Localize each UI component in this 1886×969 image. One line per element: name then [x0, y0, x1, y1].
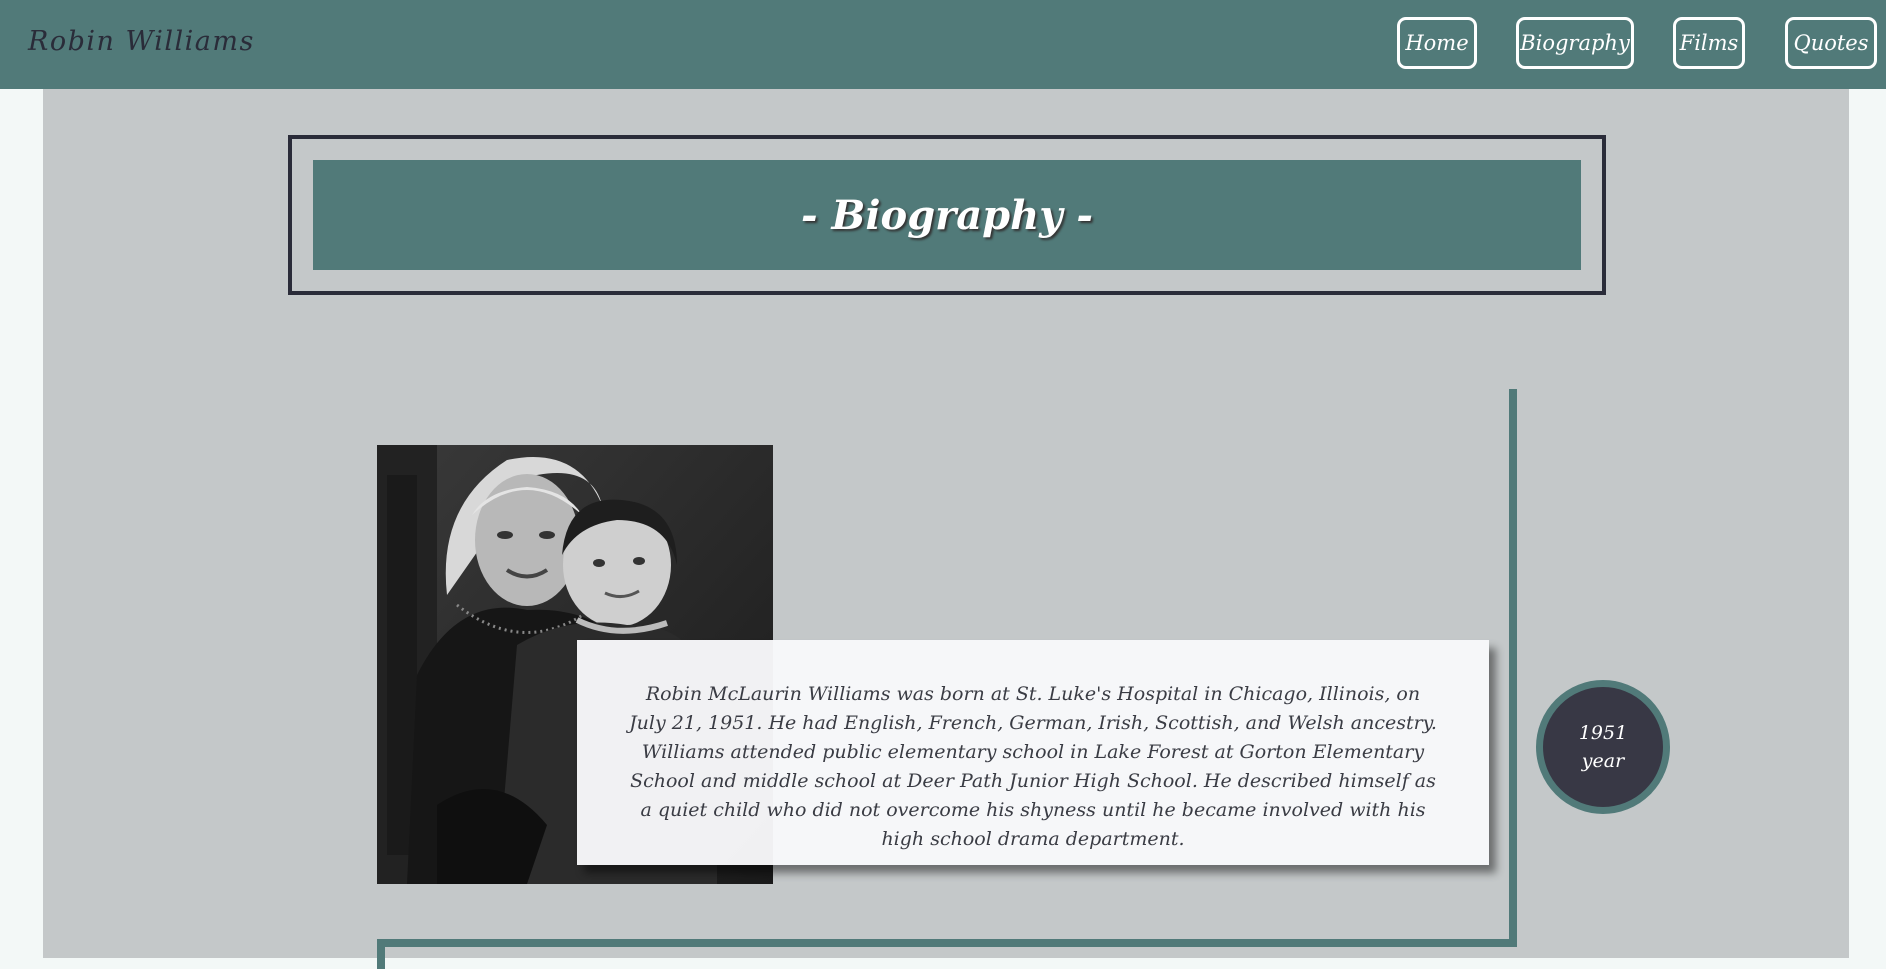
page-title: - Biography - — [801, 191, 1093, 239]
nav-biography-button[interactable]: Biography — [1516, 17, 1634, 69]
section-title-band: - Biography - — [313, 160, 1581, 270]
nav-quotes-button[interactable]: Quotes — [1785, 17, 1877, 69]
biography-caption: Robin McLaurin Williams was born at St. … — [577, 640, 1489, 865]
nav-films-button[interactable]: Films — [1673, 17, 1745, 69]
timeline-vertical-line — [1509, 389, 1517, 941]
section-title-frame: - Biography - — [288, 135, 1606, 295]
top-navigation-bar: Robin Williams Home Biography Films Quot… — [0, 0, 1886, 89]
main-content: - Biography - Robin McLaurin Williams wa… — [43, 89, 1849, 969]
timeline-horizontal-line — [377, 939, 1517, 947]
timeline-connector — [377, 939, 385, 969]
year-value: 1951 — [1578, 722, 1628, 744]
year-badge: 1951 year — [1536, 680, 1670, 814]
site-brand[interactable]: Robin Williams — [28, 26, 255, 57]
year-label: year — [1581, 750, 1625, 772]
nav-home-button[interactable]: Home — [1397, 17, 1477, 69]
